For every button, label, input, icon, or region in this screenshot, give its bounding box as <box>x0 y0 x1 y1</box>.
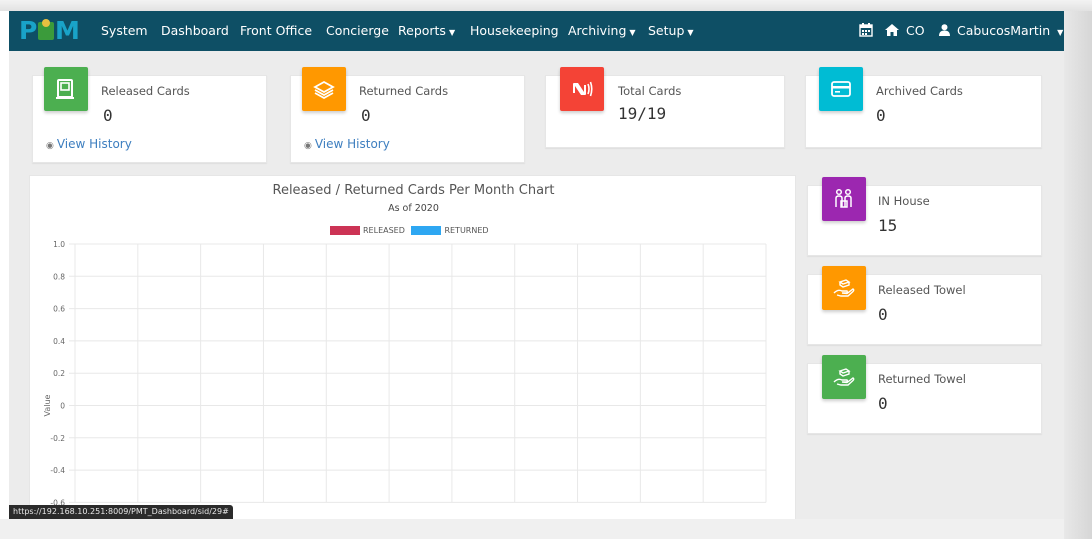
returned-view-history-link[interactable]: ◉ View History <box>304 137 390 151</box>
view-history-label: View History <box>314 137 390 151</box>
logo-letter-right: M <box>55 16 80 45</box>
y-tick-label: 0.6 <box>53 305 65 314</box>
browser-viewport: P M System Dashboard Front Office Concierge… <box>9 11 1064 519</box>
nav-item-reports[interactable]: Reports ▼ <box>398 11 455 51</box>
top-navbar: P M System Dashboard Front Office Concierge… <box>9 11 1064 51</box>
calendar-button[interactable] <box>859 11 873 51</box>
home-icon <box>885 24 899 36</box>
returned-towel-tile <box>822 355 866 399</box>
released-view-history-link[interactable]: ◉ View History <box>46 137 132 151</box>
returned-towel-card: Returned Towel 0 <box>807 355 1042 434</box>
chevron-down-icon: ▼ <box>629 28 636 37</box>
window-right-edge <box>1064 11 1092 539</box>
cards-per-month-chart: Released / Returned Cards Per Month Char… <box>29 175 796 519</box>
eye-icon: ◉ <box>46 141 54 151</box>
returned-cards-tile <box>302 67 346 111</box>
chevron-down-icon: ▼ <box>1057 28 1064 37</box>
towel-hand-icon <box>833 368 855 386</box>
home-label: CO <box>905 23 925 38</box>
nfc-icon <box>573 81 593 97</box>
window-top-edge <box>0 0 1092 11</box>
archived-cards-card: Archived Cards 0 <box>805 67 1042 148</box>
browser-status-url: https://192.168.10.251:8009/PMT_Dashboar… <box>9 505 233 519</box>
nav-item-front-office[interactable]: Front Office <box>240 11 312 51</box>
calendar-icon <box>859 23 873 37</box>
released-towel-label: Released Towel <box>878 283 966 297</box>
nav-item-label: Concierge <box>326 23 389 38</box>
in-house-value: 15 <box>878 216 898 235</box>
released-towel-tile <box>822 266 866 310</box>
y-tick-label: 0.8 <box>53 272 65 281</box>
nav-item-housekeeping[interactable]: Housekeeping <box>470 11 559 51</box>
released-towel-card: Released Towel 0 <box>807 266 1042 345</box>
y-tick-label: -0.4 <box>50 466 65 475</box>
total-cards-tile <box>560 67 604 111</box>
y-tick-label: 1.0 <box>53 240 65 249</box>
total-cards-label: Total Cards <box>618 84 682 98</box>
nav-item-dashboard[interactable]: Dashboard <box>161 11 229 51</box>
user-icon <box>939 24 950 36</box>
returned-towel-value: 0 <box>878 394 888 413</box>
home-menu[interactable]: CO <box>885 11 925 51</box>
eye-icon: ◉ <box>304 141 312 151</box>
y-tick-label: 0.2 <box>53 369 65 378</box>
archived-cards-tile <box>819 67 863 111</box>
archived-cards-value: 0 <box>876 106 886 125</box>
in-house-label: IN House <box>878 194 930 208</box>
nav-item-label: Reports <box>398 23 446 38</box>
nav-item-archiving[interactable]: Archiving ▼ <box>568 11 636 51</box>
y-tick-label: -0.2 <box>50 434 65 443</box>
window-bottom-edge <box>0 519 1064 539</box>
nav-item-setup[interactable]: Setup ▼ <box>648 11 694 51</box>
nav-item-label: Setup <box>648 23 685 38</box>
released-cards-label: Released Cards <box>101 84 190 98</box>
card-release-icon <box>56 79 74 99</box>
y-axis-label: Value <box>43 394 52 416</box>
nav-item-label: Front Office <box>240 23 313 38</box>
logo-letter-left: P <box>19 16 37 45</box>
released-towel-value: 0 <box>878 305 888 324</box>
returned-cards-label: Returned Cards <box>359 84 449 98</box>
view-history-label: View History <box>56 137 132 151</box>
user-menu[interactable]: CabucosMartin ▼ <box>939 11 1063 51</box>
card-stack-icon <box>313 80 335 100</box>
archived-cards-label: Archived Cards <box>876 84 963 98</box>
nav-item-label: Dashboard <box>161 23 229 38</box>
nav-item-label: Archiving <box>568 23 627 38</box>
in-house-card: IN House 15 <box>807 177 1042 256</box>
nav-item-label: Housekeeping <box>470 23 559 38</box>
nav-item-system[interactable]: System <box>101 11 148 51</box>
chevron-down-icon: ▼ <box>448 28 456 37</box>
total-cards-value: 19/19 <box>618 104 667 123</box>
towel-hand-icon <box>833 279 855 297</box>
in-house-tile <box>822 177 866 221</box>
screenshot-frame: P M System Dashboard Front Office Concierge… <box>0 0 1092 539</box>
released-cards-tile <box>44 67 88 111</box>
chevron-down-icon: ▼ <box>687 28 694 37</box>
nav-item-label: System <box>101 23 148 38</box>
nav-item-concierge[interactable]: Concierge <box>326 11 389 51</box>
released-cards-card: Released Cards 0 ◉ View History <box>32 67 267 163</box>
credit-card-icon <box>831 81 851 97</box>
user-label: CabucosMartin <box>956 23 1051 38</box>
returned-cards-card: Returned Cards 0 ◉ View History <box>290 67 525 163</box>
y-tick-label: 0 <box>60 402 65 411</box>
guests-icon <box>835 188 852 208</box>
y-tick-label: 0.4 <box>53 337 65 346</box>
logo-mark-icon <box>38 19 54 40</box>
returned-towel-label: Returned Towel <box>878 372 966 386</box>
chart-svg: 1.00.80.60.40.20-0.2-0.4-0.6Value <box>43 240 767 507</box>
total-cards-card: Total Cards 19/19 <box>545 67 785 148</box>
returned-cards-value: 0 <box>361 106 371 125</box>
released-cards-value: 0 <box>103 106 113 125</box>
app-logo[interactable]: P M <box>17 16 85 46</box>
